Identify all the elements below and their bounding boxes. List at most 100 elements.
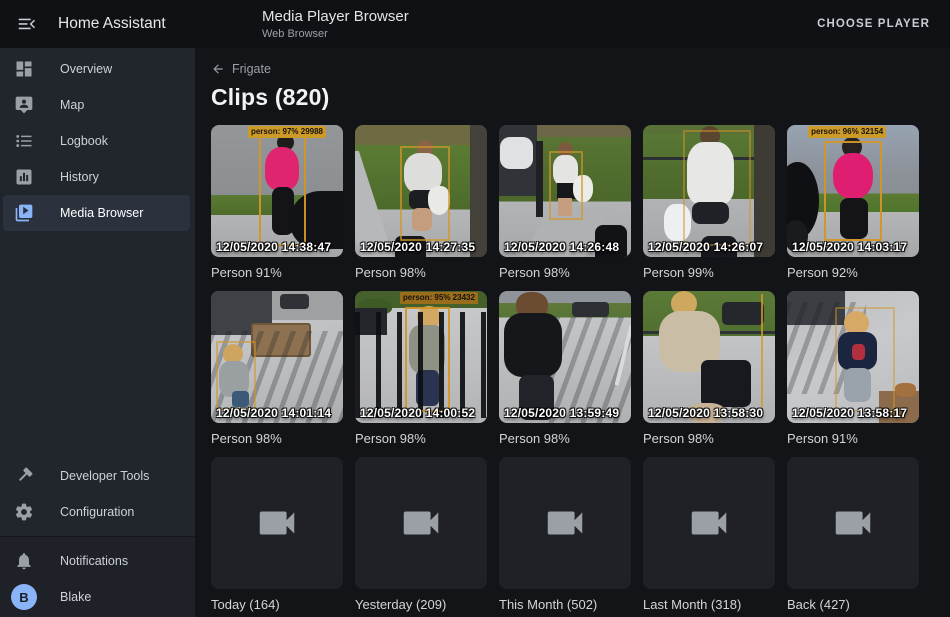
- user-avatar: B: [11, 584, 37, 610]
- clip-caption: Person 98%: [211, 431, 343, 446]
- sidebar: Overview Map Logbook History Media Brows…: [0, 48, 195, 617]
- folder-thumbnail[interactable]: [643, 457, 775, 589]
- clip-card[interactable]: 12/05/2020 14:26:07 Person 99%: [643, 125, 775, 280]
- hammer-icon: [14, 466, 34, 486]
- detection-label: person: 96% 32154: [808, 126, 886, 138]
- folder-thumbnail[interactable]: [787, 457, 919, 589]
- breadcrumb-label: Frigate: [232, 62, 271, 76]
- clip-thumbnail[interactable]: 12/05/2020 14:01:14: [211, 291, 343, 423]
- breadcrumb-back[interactable]: Frigate: [211, 62, 271, 76]
- folder-label: This Month (502): [499, 597, 631, 612]
- clip-thumbnail[interactable]: 12/05/2020 13:59:49: [499, 291, 631, 423]
- back-arrow-icon: [211, 62, 225, 76]
- sidebar-toggle-button[interactable]: [13, 10, 41, 38]
- clip-card[interactable]: 12/05/2020 13:58:30 Person 98%: [643, 291, 775, 446]
- scene-shape: [722, 302, 764, 326]
- sidebar-item-logbook[interactable]: Logbook: [3, 123, 190, 159]
- scene-shape: [895, 383, 916, 396]
- folder-label: Back (427): [787, 597, 919, 612]
- sidebar-footer-panel: Notifications B Blake: [0, 536, 195, 617]
- clip-thumbnail[interactable]: person: 96% 32154 12/05/2020 14:03:17: [787, 125, 919, 257]
- topbar-main: Media Player Browser Web Browser CHOOSE …: [195, 8, 950, 39]
- clip-card[interactable]: 12/05/2020 14:26:48 Person 98%: [499, 125, 631, 280]
- sidebar-item-label: Media Browser: [60, 206, 143, 220]
- gear-icon: [14, 502, 34, 522]
- clip-caption: Person 99%: [643, 265, 775, 280]
- video-camera-icon: [830, 500, 876, 546]
- scene-shape: [500, 137, 533, 169]
- sidebar-item-notifications[interactable]: Notifications: [3, 543, 190, 579]
- detection-bbox: [400, 146, 450, 241]
- detection-bbox: [824, 141, 882, 241]
- clip-caption: Person 98%: [355, 431, 487, 446]
- folder-card-today[interactable]: Today (164): [211, 457, 343, 612]
- clip-timestamp: 12/05/2020 14:38:47: [216, 240, 331, 254]
- video-camera-icon: [254, 500, 300, 546]
- topbar-left: Home Assistant: [0, 10, 195, 38]
- clip-thumbnail[interactable]: 12/05/2020 14:26:07: [643, 125, 775, 257]
- folder-label: Last Month (318): [643, 597, 775, 612]
- bell-icon: [14, 551, 34, 571]
- clip-card[interactable]: 12/05/2020 14:01:14 Person 98%: [211, 291, 343, 446]
- media-browser-content: Frigate Clips (820) person: 97% 29988 12…: [195, 48, 950, 617]
- clip-thumbnail[interactable]: person: 95% 23432 12/05/2020 14:00:52: [355, 291, 487, 423]
- clip-caption: Person 98%: [499, 431, 631, 446]
- detection-bbox: [259, 133, 307, 247]
- sidebar-item-map[interactable]: Map: [3, 87, 190, 123]
- detection-bbox: [835, 307, 896, 413]
- folder-card-last-month[interactable]: Last Month (318): [643, 457, 775, 612]
- clip-timestamp: 12/05/2020 14:26:48: [504, 240, 619, 254]
- clip-caption: Person 98%: [499, 265, 631, 280]
- folder-card-this-month[interactable]: This Month (502): [499, 457, 631, 612]
- media-player-title: Media Player Browser: [262, 8, 409, 25]
- clip-caption: Person 98%: [643, 431, 775, 446]
- sidebar-item-history[interactable]: History: [3, 159, 190, 195]
- clip-card[interactable]: 12/05/2020 13:58:17 Person 91%: [787, 291, 919, 446]
- home-assistant-app: Home Assistant Media Player Browser Web …: [0, 0, 950, 617]
- media-browser-icon: [14, 203, 34, 223]
- clip-timestamp: 12/05/2020 13:59:49: [504, 406, 619, 420]
- sidebar-item-profile[interactable]: B Blake: [3, 579, 190, 615]
- clip-thumbnail[interactable]: 12/05/2020 14:26:48: [499, 125, 631, 257]
- clip-thumbnail[interactable]: person: 97% 29988 12/05/2020 14:38:47: [211, 125, 343, 257]
- folder-card-back[interactable]: Back (427): [787, 457, 919, 612]
- detection-label: person: 97% 29988: [248, 126, 326, 138]
- sidebar-item-label: Configuration: [60, 505, 134, 519]
- clip-card[interactable]: 12/05/2020 13:59:49 Person 98%: [499, 291, 631, 446]
- sidebar-item-configuration[interactable]: Configuration: [3, 494, 190, 530]
- clip-thumbnail[interactable]: 12/05/2020 13:58:17: [787, 291, 919, 423]
- logbook-list-icon: [14, 131, 34, 151]
- clip-timestamp: 12/05/2020 14:00:52: [360, 406, 475, 420]
- sidebar-item-media-browser[interactable]: Media Browser: [3, 195, 190, 231]
- page-header: Media Player Browser Web Browser: [262, 8, 409, 39]
- scene-shape: [701, 360, 751, 408]
- clip-card[interactable]: person: 97% 29988 12/05/2020 14:38:47 Pe…: [211, 125, 343, 280]
- clip-card[interactable]: person: 96% 32154 12/05/2020 14:03:17 Pe…: [787, 125, 919, 280]
- sidebar-item-label: Notifications: [60, 554, 128, 568]
- media-player-subtitle: Web Browser: [262, 28, 409, 40]
- folder-label: Today (164): [211, 597, 343, 612]
- clip-timestamp: 12/05/2020 14:01:14: [216, 406, 331, 420]
- clip-timestamp: 12/05/2020 13:58:17: [792, 406, 907, 420]
- clip-thumbnail[interactable]: 12/05/2020 14:27:35: [355, 125, 487, 257]
- scene-shape: [470, 125, 487, 257]
- folder-thumbnail[interactable]: [211, 457, 343, 589]
- clip-timestamp: 12/05/2020 14:03:17: [792, 240, 907, 254]
- clip-card[interactable]: 12/05/2020 14:27:35 Person 98%: [355, 125, 487, 280]
- folder-card-yesterday[interactable]: Yesterday (209): [355, 457, 487, 612]
- detection-label: person: 95% 23432: [400, 292, 478, 304]
- detection-bbox: [549, 151, 583, 220]
- clip-caption: Person 98%: [355, 265, 487, 280]
- sidebar-item-overview[interactable]: Overview: [3, 51, 190, 87]
- folder-thumbnail[interactable]: [499, 457, 631, 589]
- clip-card[interactable]: person: 95% 23432 12/05/2020 14:00:52 Pe…: [355, 291, 487, 446]
- sidebar-item-label: Developer Tools: [60, 469, 149, 483]
- folder-thumbnail[interactable]: [355, 457, 487, 589]
- clip-thumbnail[interactable]: 12/05/2020 13:58:30: [643, 291, 775, 423]
- scene-shape: [280, 294, 309, 310]
- app-title: Home Assistant: [58, 15, 166, 33]
- scene-shape: [761, 294, 763, 408]
- sidebar-item-developer-tools[interactable]: Developer Tools: [3, 458, 190, 494]
- scene-shape: [754, 125, 775, 257]
- choose-player-button[interactable]: CHOOSE PLAYER: [815, 10, 932, 38]
